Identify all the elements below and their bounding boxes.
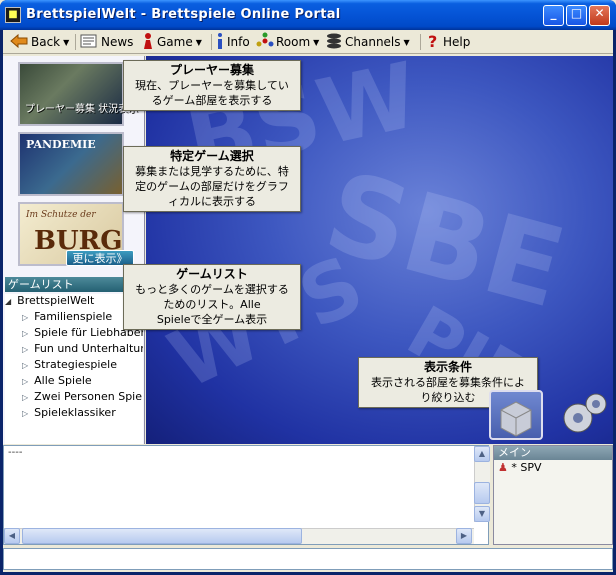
chat-console[interactable]: ---- ▲ ▼ ◀ ▶: [3, 445, 490, 545]
scroll-down-button[interactable]: ▼: [474, 506, 490, 522]
tooltip-line: 定のゲームの部屋だけをグラフ: [135, 180, 289, 193]
tree-item[interactable]: ▷ Alle Spiele: [22, 374, 92, 387]
news-button[interactable]: News: [79, 32, 133, 52]
game-icon: [141, 32, 155, 53]
horizontal-scrollbar[interactable]: ◀ ▶: [4, 528, 474, 544]
tree-item[interactable]: ▷ Strategiespiele: [22, 358, 117, 371]
info-icon: [215, 32, 225, 53]
tooltip-line: 表示される部屋を募集条件によ: [371, 376, 525, 389]
room-label: Room: [276, 35, 311, 49]
info-label: Info: [227, 35, 250, 49]
game-label: Game: [157, 35, 193, 49]
info-button[interactable]: Info: [215, 32, 250, 52]
tree-item-label: Spieleklassiker: [34, 406, 116, 419]
back-button[interactable]: Back ▼: [9, 32, 69, 52]
tooltip-line: Spieleで全ゲーム表示: [156, 313, 268, 326]
console-text: ----: [8, 447, 23, 458]
gear-icon[interactable]: [556, 388, 612, 442]
help-icon: ?: [427, 32, 441, 53]
player-recruit-thumb[interactable]: [18, 62, 124, 126]
tooltip-line: ためのリスト。Alle: [163, 298, 261, 311]
tooltip-player-recruit: プレーヤー募集 現在、プレーヤーを募集してい るゲーム部屋を表示する: [123, 60, 301, 111]
tree-item-label: Familienspiele: [34, 310, 113, 323]
user-list-header[interactable]: メイン: [494, 446, 612, 460]
tree-item[interactable]: ▷ Spieleklassiker: [22, 406, 116, 419]
room-button[interactable]: Room ▼: [256, 32, 319, 52]
tooltip-line: るゲーム部屋を表示する: [151, 94, 273, 107]
tree-item[interactable]: ▷ Fun und Unterhaltung: [22, 342, 143, 355]
title-bar[interactable]: ■ BrettspielWelt - Brettspiele Online Po…: [0, 0, 616, 30]
room-icon: [256, 32, 274, 53]
user-name: * SPV: [511, 461, 542, 474]
tree-item-label: Fun und Unterhaltung: [34, 342, 143, 355]
app-icon: ■: [5, 7, 21, 23]
tooltip-line: ィカルに表示する: [168, 195, 256, 208]
news-label: News: [101, 35, 134, 49]
channels-label: Channels: [345, 35, 401, 49]
window-title: BrettspielWelt - Brettspiele Online Port…: [26, 7, 341, 22]
vertical-scrollbar[interactable]: ▲ ▼: [474, 446, 490, 522]
close-button[interactable]: ✕: [589, 5, 610, 26]
player-recruit-caption: プレーヤー募集 状況表示: [25, 104, 139, 115]
back-icon: [9, 33, 29, 52]
back-label: Back: [31, 35, 61, 49]
maximize-button[interactable]: □: [566, 5, 587, 26]
gamelist-header[interactable]: ゲームリスト: [5, 277, 141, 292]
pandemie-thumb[interactable]: PANDEMIE: [18, 132, 124, 196]
scroll-right-button[interactable]: ▶: [456, 528, 472, 544]
tooltip-title: 特定ゲーム選択: [170, 149, 254, 163]
tooltip-game-select: 特定ゲーム選択 募集または見学するために、特 定のゲームの部屋だけをグラフ ィカ…: [123, 146, 301, 212]
minimize-button[interactable]: _: [543, 5, 564, 26]
toolbar-separator: [420, 34, 421, 50]
tooltip-line: 募集または見学するために、特: [135, 165, 289, 178]
tree-item-label: Zwei Personen Spiele: [34, 390, 143, 403]
left-panel: プレーヤー募集 状況表示 PANDEMIE Im Schutze der BUR…: [3, 56, 145, 444]
svg-text:?: ?: [428, 32, 437, 50]
tooltip-line: もっと多くのゲームを選択する: [135, 283, 289, 296]
burg-subtitle: Im Schutze der: [26, 210, 96, 220]
scroll-thumb[interactable]: [22, 528, 302, 544]
news-icon: [79, 33, 99, 52]
game-button[interactable]: Game ▼: [141, 32, 202, 52]
toolbar-separator: [211, 34, 212, 50]
tree-root-label: BrettspielWelt: [17, 294, 95, 307]
tooltip-title: プレーヤー募集: [169, 63, 254, 77]
scroll-up-button[interactable]: ▲: [474, 446, 490, 462]
tooltip-title: 表示条件: [423, 360, 472, 374]
tooltip-line: 現在、プレーヤーを募集してい: [135, 79, 289, 92]
scroll-left-button[interactable]: ◀: [4, 528, 20, 544]
toolbar-separator: [75, 34, 76, 50]
tree-root[interactable]: ◢ BrettspielWelt: [5, 294, 94, 307]
help-button[interactable]: ? Help: [427, 32, 470, 52]
client-area: プレーヤー募集 状況表示 PANDEMIE Im Schutze der BUR…: [3, 54, 613, 572]
tooltip-gamelist: ゲームリスト もっと多くのゲームを選択する ためのリスト。Alle Spiele…: [123, 264, 301, 330]
channels-button[interactable]: Channels ▼: [325, 32, 410, 52]
toolbar: Back ▼ News Game ▼ Info Room ▼ Channels …: [3, 30, 613, 54]
tooltip-title: ゲームリスト: [176, 267, 248, 281]
channels-icon: [325, 32, 343, 53]
user-icon: ♟: [498, 461, 508, 474]
box-icon[interactable]: [489, 390, 543, 440]
tree-item-label: Alle Spiele: [34, 374, 92, 387]
tree-item-label: Strategiespiele: [34, 358, 117, 371]
tree-item[interactable]: ▷ Zwei Personen Spiele: [22, 390, 143, 403]
chat-input[interactable]: [3, 548, 613, 570]
scroll-thumb[interactable]: [474, 482, 490, 504]
help-label: Help: [443, 35, 471, 49]
user-list-panel: メイン ♟ * SPV: [493, 445, 613, 545]
user-entry[interactable]: ♟ * SPV: [498, 461, 542, 474]
pandemie-title: PANDEMIE: [26, 138, 96, 151]
tree-item[interactable]: ▷ Familienspiele: [22, 310, 112, 323]
app-window: ■ BrettspielWelt - Brettspiele Online Po…: [0, 0, 616, 575]
